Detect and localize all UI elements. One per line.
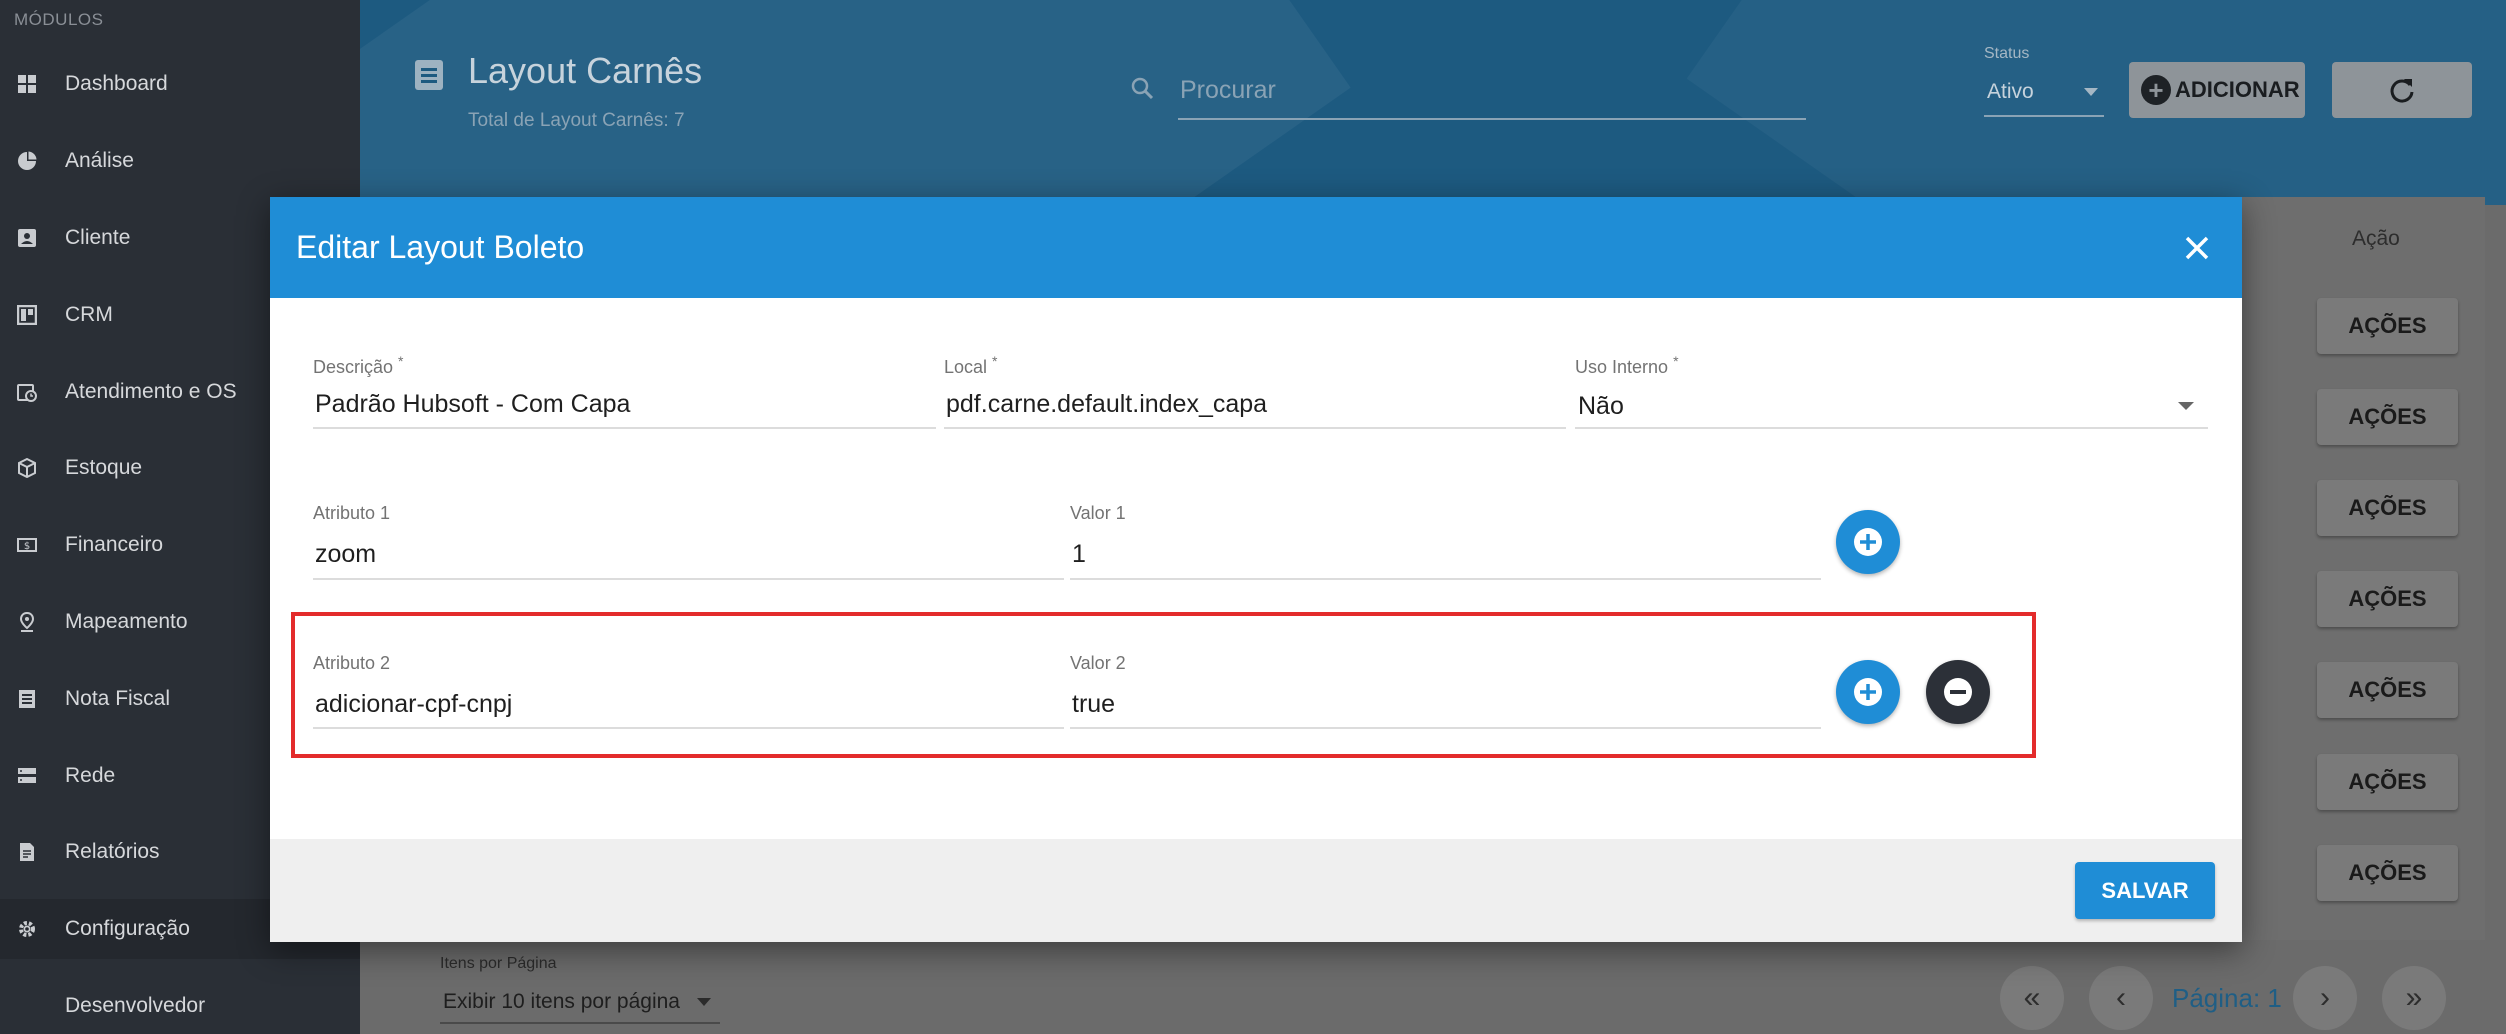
chevron-down-icon <box>2084 88 2098 96</box>
pie-chart-icon <box>16 150 38 172</box>
page-subtitle: Total de Layout Carnês: 7 <box>468 110 685 131</box>
calendar-clock-icon <box>16 381 38 403</box>
descricao-field[interactable]: Padrão Hubsoft - Com Capa <box>315 390 630 419</box>
first-page-button[interactable]: « <box>2000 966 2064 1030</box>
chevron-right-icon: › <box>2320 981 2330 1014</box>
sidebar-section-label: MÓDULOS <box>14 10 104 29</box>
sidebar-item-label: Relatórios <box>65 840 160 863</box>
plus-icon: + <box>2141 75 2171 105</box>
acoes-button[interactable]: AÇÕES <box>2317 480 2458 536</box>
sidebar-item-label: Desenvolvedor <box>65 994 206 1017</box>
descricao-underline <box>313 427 936 429</box>
chevron-down-icon <box>697 998 711 1006</box>
dialog-header: Editar Layout Boleto <box>270 197 2242 298</box>
local-field[interactable]: pdf.carne.default.index_capa <box>946 390 1267 419</box>
items-per-page-select[interactable]: Exibir 10 itens por página <box>443 990 680 1014</box>
sidebar-item-label: CRM <box>65 303 113 326</box>
last-page-button[interactable]: » <box>2382 966 2446 1030</box>
add-attribute-button[interactable] <box>1836 510 1900 574</box>
valor-1-field[interactable]: 1 <box>1072 540 1086 569</box>
svg-text:$: $ <box>24 541 30 552</box>
prev-page-button[interactable]: ‹ <box>2089 966 2153 1030</box>
sidebar-item-label: Mapeamento <box>65 610 188 633</box>
atributo-1-field[interactable]: zoom <box>315 540 376 569</box>
search-icon <box>1131 77 1154 100</box>
dashboard-icon <box>16 73 38 95</box>
status-select[interactable]: Ativo <box>1987 80 2034 104</box>
acoes-button[interactable]: AÇÕES <box>2317 298 2458 354</box>
sidebar-item-label: Cliente <box>65 226 131 249</box>
atributo-1-label: Atributo 1 <box>313 503 391 523</box>
sidebar-item-desenvolvedor[interactable]: Desenvolvedor <box>0 976 360 1034</box>
items-per-page-label: Itens por Página <box>440 955 557 972</box>
acoes-button[interactable]: AÇÕES <box>2317 662 2458 718</box>
items-per-page-underline <box>440 1022 720 1024</box>
dialog-footer <box>270 839 2242 942</box>
map-pin-icon <box>16 611 38 633</box>
save-button[interactable]: SALVAR <box>2075 862 2215 919</box>
sidebar-item-label: Análise <box>65 149 134 172</box>
sidebar-item-label: Financeiro <box>65 533 164 556</box>
page-indicator: Página: 1 <box>2172 983 2282 1013</box>
money-icon: $ <box>16 534 38 556</box>
local-label: Local * <box>944 353 998 377</box>
search-input[interactable]: Procurar <box>1180 76 1276 105</box>
acoes-button[interactable]: AÇÕES <box>2317 571 2458 627</box>
acoes-button[interactable]: AÇÕES <box>2317 389 2458 445</box>
local-underline <box>944 427 1566 429</box>
add-button-label: ADICIONAR <box>2175 77 2300 102</box>
page-title: Layout Carnês <box>468 50 703 91</box>
sidebar-item-label: Dashboard <box>65 72 168 95</box>
double-chevron-right-icon: » <box>2405 981 2423 1014</box>
dialog-title: Editar Layout Boleto <box>296 229 585 265</box>
document-icon <box>16 841 38 863</box>
highlight-box <box>291 612 2036 758</box>
sidebar-item-analise[interactable]: Análise <box>0 131 360 191</box>
sidebar-item-label: Rede <box>65 764 116 787</box>
gear-icon <box>16 918 38 940</box>
column-header-acao: Ação <box>2352 227 2400 250</box>
refresh-icon <box>2390 79 2414 103</box>
status-label: Status <box>1984 45 2030 62</box>
edit-layout-dialog: Editar Layout Boleto Descrição * Padrão … <box>270 197 2242 942</box>
sidebar-item-label: Atendimento e OS <box>65 380 237 403</box>
plus-circle-icon <box>1854 528 1882 556</box>
uso-interno-select[interactable]: Não <box>1578 392 1624 421</box>
next-page-button[interactable]: › <box>2293 966 2357 1030</box>
contact-card-icon <box>16 227 38 249</box>
board-icon <box>16 304 38 326</box>
acoes-button[interactable]: AÇÕES <box>2317 845 2458 901</box>
refresh-button[interactable] <box>2332 62 2472 118</box>
valor-1-underline <box>1070 578 1821 580</box>
status-underline <box>1984 115 2104 117</box>
server-icon <box>16 765 38 787</box>
close-icon[interactable] <box>2182 233 2212 263</box>
add-button[interactable]: + ADICIONAR <box>2129 62 2305 118</box>
atributo-1-underline <box>313 578 1064 580</box>
chevron-down-icon <box>2178 402 2194 410</box>
box-icon <box>16 457 38 479</box>
receipt-icon <box>16 688 38 710</box>
search-underline <box>1178 118 1806 120</box>
double-chevron-left-icon: « <box>2023 981 2041 1014</box>
valor-1-label: Valor 1 <box>1070 503 1126 523</box>
chevron-left-icon: ‹ <box>2116 981 2126 1014</box>
sidebar-item-label: Estoque <box>65 456 143 479</box>
acoes-button[interactable]: AÇÕES <box>2317 754 2458 810</box>
sidebar-item-label: Configuração <box>65 917 190 940</box>
sidebar-item-label: Nota Fiscal <box>65 687 171 710</box>
uso-interno-underline <box>1575 427 2208 429</box>
sidebar-item-dashboard[interactable]: Dashboard <box>0 54 360 114</box>
uso-interno-label: Uso Interno * <box>1575 353 1679 377</box>
document-icon <box>415 60 443 90</box>
descricao-label: Descrição * <box>313 353 404 377</box>
